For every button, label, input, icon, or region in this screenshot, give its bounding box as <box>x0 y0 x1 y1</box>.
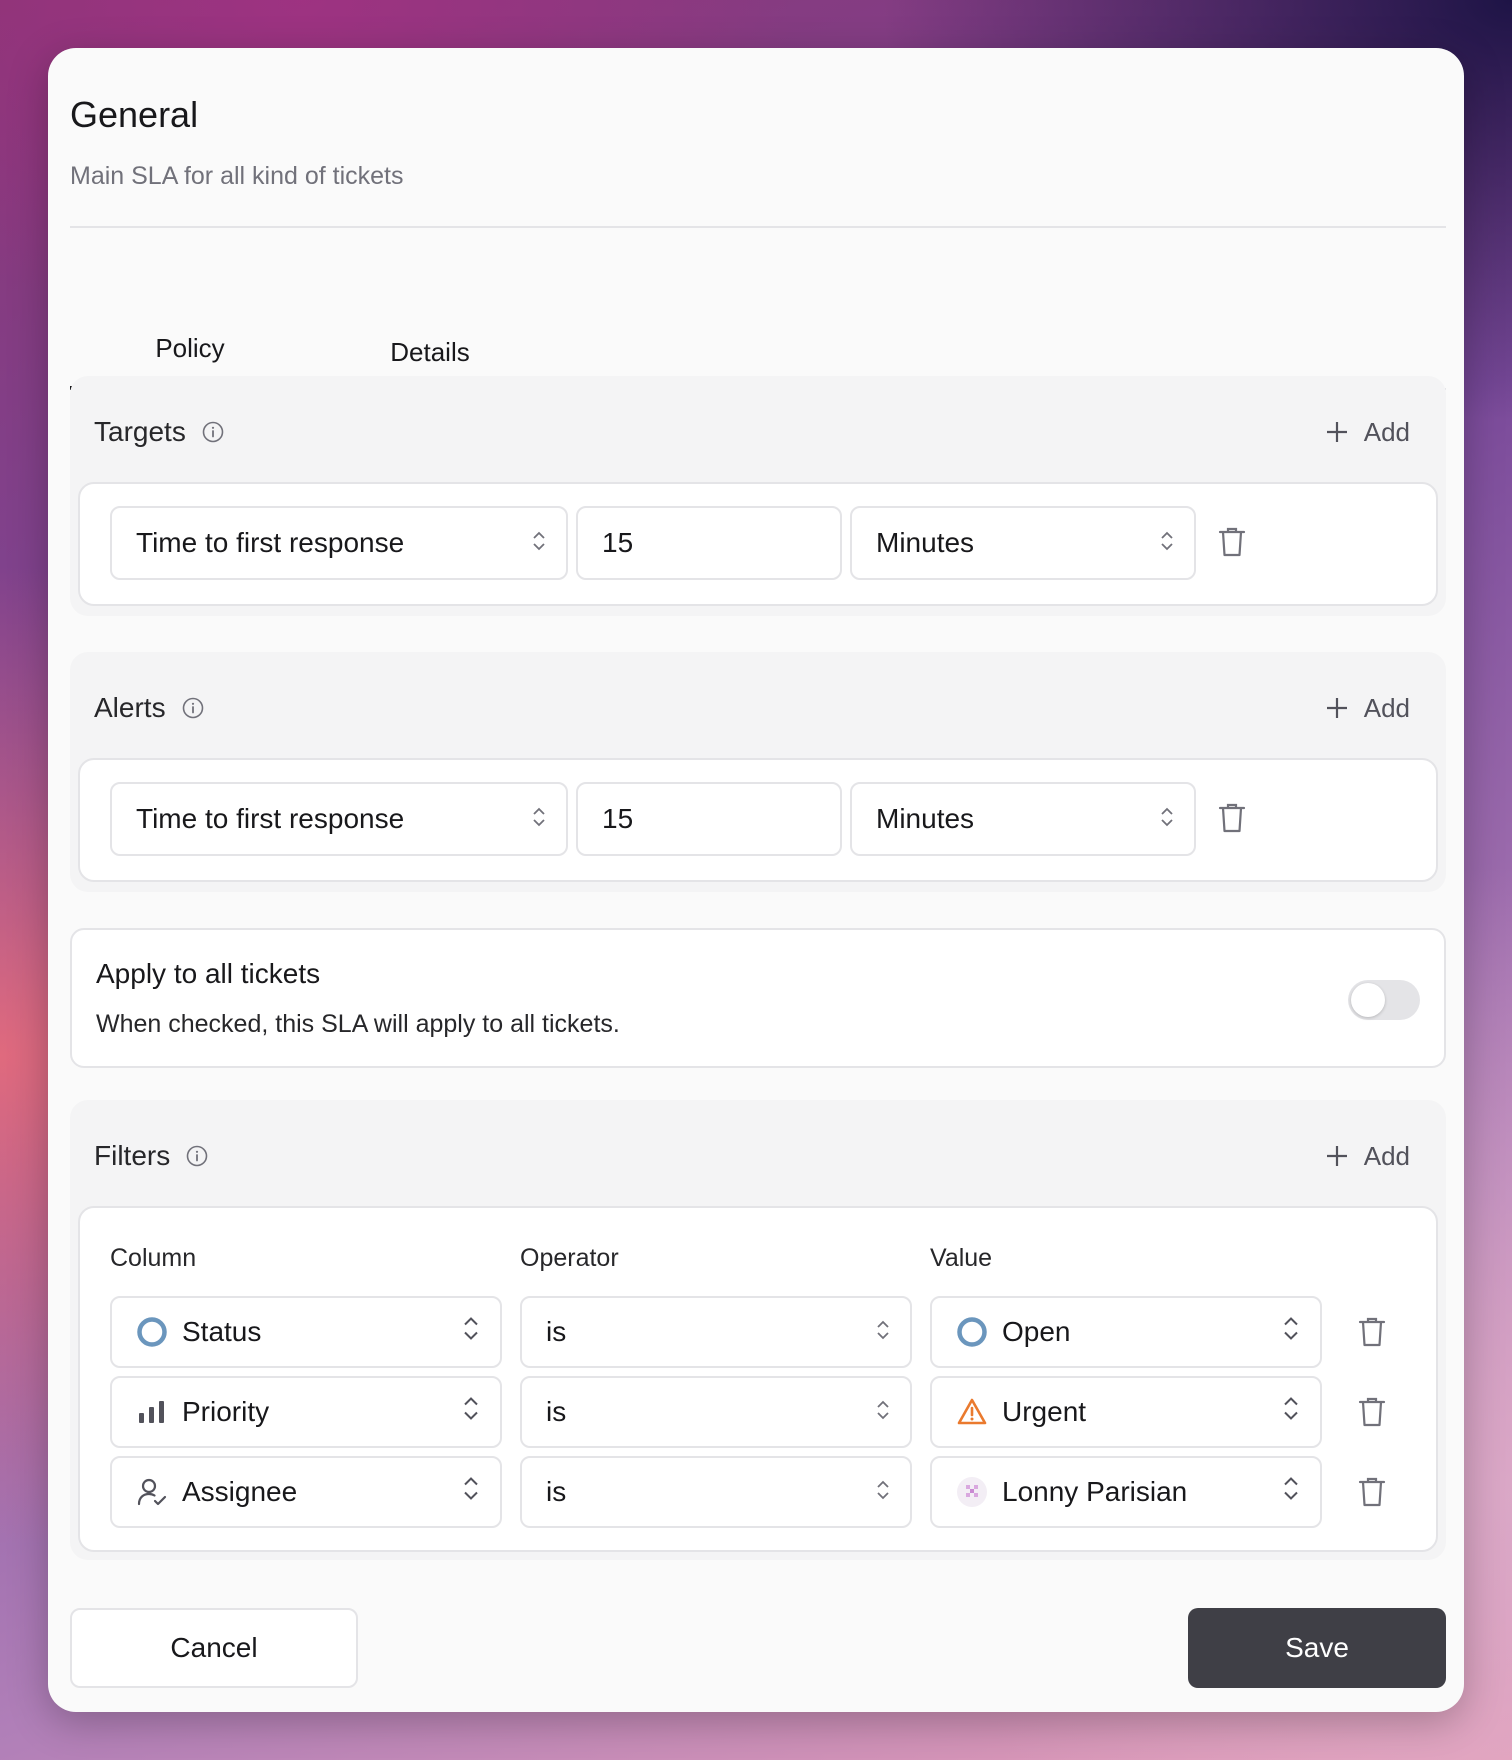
status-circle-icon <box>956 1316 988 1348</box>
chevron-updown-icon <box>1282 1315 1300 1350</box>
apply-all-title: Apply to all tickets <box>96 958 321 989</box>
targets-add-button[interactable]: Add <box>1326 417 1410 448</box>
filters-title: Filters <box>94 1140 171 1171</box>
target-amount-input[interactable]: 15 <box>576 506 842 580</box>
chevron-updown-icon <box>876 1476 890 1508</box>
filter-column-select[interactable]: Assignee <box>110 1456 502 1528</box>
alert-amount-input[interactable]: 15 <box>576 782 842 856</box>
alert-unit-select[interactable]: Minutes <box>850 782 1196 856</box>
alerts-add-button[interactable]: Add <box>1326 693 1410 724</box>
chevron-updown-icon <box>1160 803 1174 835</box>
chevron-updown-icon <box>532 527 546 559</box>
chevron-updown-icon <box>876 1396 890 1428</box>
info-icon[interactable] <box>186 1145 208 1167</box>
apply-all-card: Apply to all tickets When checked, this … <box>70 928 1446 1068</box>
avatar-icon <box>956 1476 988 1508</box>
target-unit-select[interactable]: Minutes <box>850 506 1196 580</box>
dialog-subtitle: Main SLA for all kind of tickets <box>70 162 404 190</box>
info-icon[interactable] <box>202 421 224 443</box>
alert-unit-value: Minutes <box>876 803 975 834</box>
filter-column-value: Status <box>182 1316 262 1347</box>
toggle-knob <box>1351 983 1385 1017</box>
targets-title: Targets <box>94 416 186 447</box>
warning-triangle-icon <box>956 1396 988 1428</box>
targets-add-label: Add <box>1363 416 1410 447</box>
target-row: Time to first response 15 Minutes <box>78 482 1438 606</box>
trash-icon[interactable] <box>1358 1476 1386 1513</box>
plus-icon <box>1326 1146 1347 1166</box>
user-check-icon <box>136 1476 168 1508</box>
filter-operator-select[interactable]: is <box>520 1456 912 1528</box>
chevron-updown-icon <box>462 1395 480 1430</box>
target-amount-value: 15 <box>602 527 634 558</box>
chevron-updown-icon <box>876 1316 890 1348</box>
dialog-title: General <box>70 94 199 135</box>
filter-value-value: Open <box>1002 1316 1071 1347</box>
chevron-updown-icon <box>462 1475 480 1510</box>
operator-header: Operator <box>520 1244 619 1272</box>
column-header: Column <box>110 1244 197 1272</box>
trash-icon[interactable] <box>1358 1396 1386 1433</box>
cancel-button[interactable]: Cancel <box>70 1608 358 1688</box>
trash-icon[interactable] <box>1358 1316 1386 1353</box>
filter-column-select[interactable]: Status <box>110 1296 502 1368</box>
chevron-updown-icon <box>462 1315 480 1350</box>
target-metric-value: Time to first response <box>136 527 405 558</box>
target-unit-value: Minutes <box>876 527 975 558</box>
apply-all-toggle[interactable] <box>1348 980 1420 1020</box>
chevron-updown-icon <box>1282 1475 1300 1510</box>
filters-table: Column Operator Value Status is Open Pri… <box>78 1206 1438 1552</box>
filters-add-button[interactable]: Add <box>1326 1141 1410 1172</box>
filter-column-value: Priority <box>182 1396 270 1427</box>
filter-operator-select[interactable]: is <box>520 1296 912 1368</box>
alerts-title: Alerts <box>94 692 166 723</box>
filters-add-label: Add <box>1363 1140 1410 1171</box>
target-metric-select[interactable]: Time to first response <box>110 506 568 580</box>
filter-column-select[interactable]: Priority <box>110 1376 502 1448</box>
filter-value-select[interactable]: Urgent <box>930 1376 1322 1448</box>
filter-value-value: Urgent <box>1002 1396 1087 1427</box>
header-divider <box>70 226 1446 228</box>
filter-operator-value: is <box>546 1476 567 1507</box>
plus-icon <box>1326 698 1347 718</box>
bar-chart-icon <box>136 1396 168 1428</box>
alerts-section: Alerts Add Time to first response 15 Min… <box>70 652 1446 892</box>
chevron-updown-icon <box>1160 527 1174 559</box>
chevron-updown-icon <box>532 803 546 835</box>
filter-value-select[interactable]: Lonny Parisian <box>930 1456 1322 1528</box>
apply-all-description: When checked, this SLA will apply to all… <box>96 1010 620 1038</box>
alert-metric-value: Time to first response <box>136 803 405 834</box>
alert-row: Time to first response 15 Minutes <box>78 758 1438 882</box>
filter-operator-select[interactable]: is <box>520 1376 912 1448</box>
alerts-add-label: Add <box>1363 692 1410 723</box>
save-button[interactable]: Save <box>1188 1608 1446 1688</box>
chevron-updown-icon <box>1282 1395 1300 1430</box>
sla-dialog: General Main SLA for all kind of tickets… <box>48 48 1464 1712</box>
filter-value-value: Lonny Parisian <box>1002 1476 1188 1507</box>
filter-column-value: Assignee <box>182 1476 298 1507</box>
filter-value-select[interactable]: Open <box>930 1296 1322 1368</box>
filter-operator-value: is <box>546 1316 567 1347</box>
alert-amount-value: 15 <box>602 803 634 834</box>
targets-section: Targets Add Time to first response 15 Mi… <box>70 376 1446 616</box>
filters-section: Filters Add Column Operator Value Status… <box>70 1100 1446 1560</box>
filter-operator-value: is <box>546 1396 567 1427</box>
trash-icon[interactable] <box>1218 526 1246 563</box>
value-header: Value <box>930 1244 993 1272</box>
info-icon[interactable] <box>182 697 204 719</box>
status-circle-icon <box>136 1316 168 1348</box>
alert-metric-select[interactable]: Time to first response <box>110 782 568 856</box>
plus-icon <box>1326 422 1347 442</box>
trash-icon[interactable] <box>1218 802 1246 839</box>
